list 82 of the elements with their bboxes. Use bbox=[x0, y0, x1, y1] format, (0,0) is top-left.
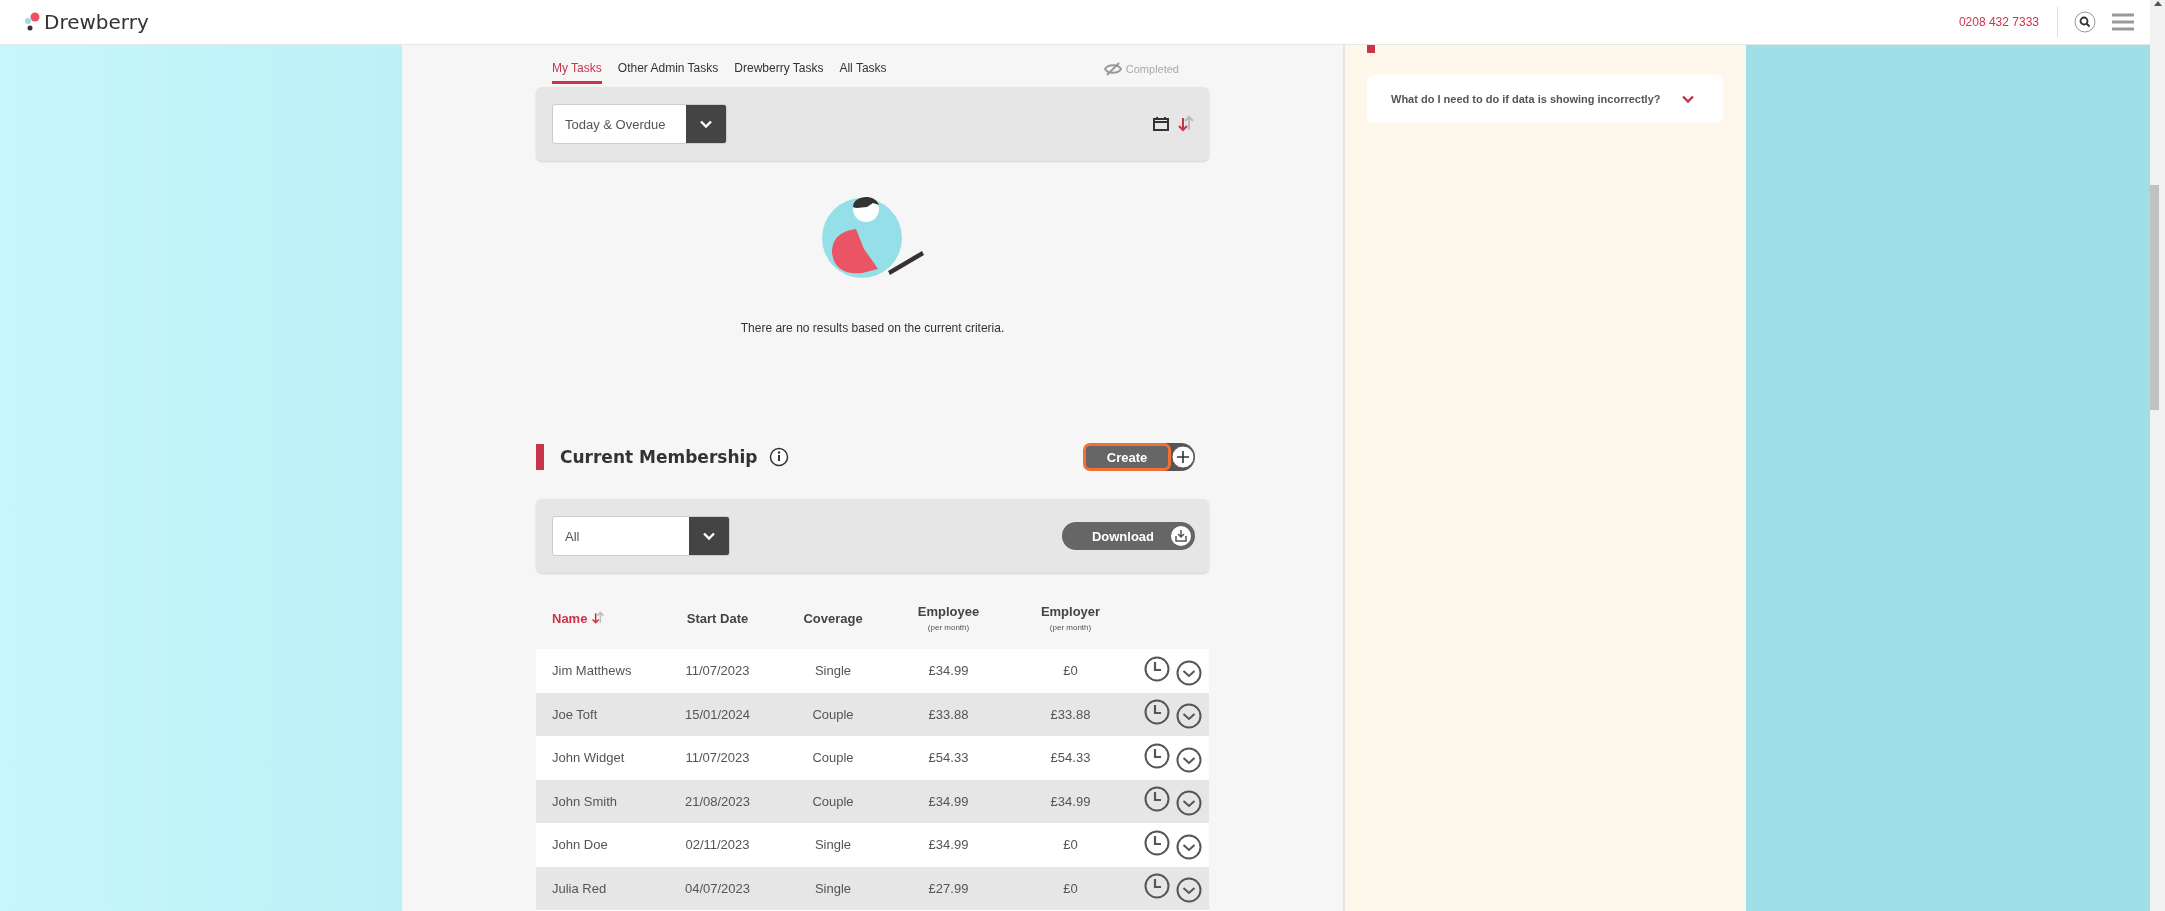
scroll-up-icon[interactable] bbox=[2153, 0, 2162, 6]
clock-icon bbox=[1144, 786, 1170, 813]
column-sublabel: (per month) bbox=[1049, 623, 1092, 632]
table-cell-text: John Doe bbox=[551, 837, 609, 853]
faq-item[interactable]: What do I need to do if data is showing incorrectly? bbox=[1367, 75, 1723, 123]
table-cell-text: Couple bbox=[811, 706, 855, 722]
section-accent-bar bbox=[1367, 45, 1375, 53]
clock-icon bbox=[1144, 699, 1170, 726]
table-cell-text: £33.88 bbox=[927, 706, 970, 722]
task-tab[interactable]: My Tasks bbox=[552, 60, 602, 84]
table-cell-text: Joe Toft bbox=[551, 706, 599, 722]
clock-icon bbox=[1144, 829, 1170, 856]
task-tab[interactable]: Other Admin Tasks bbox=[617, 60, 719, 84]
table-cell-text: Single bbox=[813, 663, 853, 679]
logo-dots-icon bbox=[24, 12, 40, 32]
info-icon[interactable] bbox=[769, 447, 790, 467]
menu-icon[interactable] bbox=[2112, 13, 2134, 31]
table-cell-text: £54.33 bbox=[927, 750, 970, 766]
table-cell-text: Couple bbox=[811, 750, 855, 766]
column-header[interactable]: Start Date bbox=[686, 610, 749, 626]
sort-arrows-icon[interactable] bbox=[1177, 115, 1195, 133]
table-cell-text: Couple bbox=[811, 793, 855, 809]
expand-button[interactable] bbox=[1176, 746, 1202, 773]
plus-icon bbox=[1171, 445, 1195, 469]
phone-number[interactable]: 0208 432 7333 bbox=[1958, 7, 2058, 37]
clock-icon bbox=[1144, 742, 1170, 769]
expand-button[interactable] bbox=[1176, 877, 1202, 904]
download-button[interactable]: Download bbox=[1061, 522, 1195, 550]
calendar-icon[interactable] bbox=[1153, 117, 1169, 131]
task-tab[interactable]: All Tasks bbox=[839, 60, 887, 84]
section-accent-bar bbox=[536, 444, 544, 470]
download-icon bbox=[1170, 525, 1192, 547]
table-cell-text: Jim Matthews bbox=[551, 663, 633, 679]
table-cell-text: £0 bbox=[1062, 837, 1079, 853]
section-title: Current Membership bbox=[560, 447, 758, 467]
table-cell-text: Single bbox=[813, 880, 853, 896]
table-cell-text: John Widget bbox=[551, 750, 626, 766]
table-cell-text: 04/07/2023 bbox=[683, 880, 752, 896]
membership-filter-dropdown[interactable]: All bbox=[552, 516, 730, 556]
search-icon[interactable] bbox=[2074, 11, 2096, 33]
table-cell-text: 11/07/2023 bbox=[684, 750, 751, 766]
column-sublabel: (per month) bbox=[927, 623, 970, 632]
expand-button[interactable] bbox=[1176, 703, 1202, 730]
column-header[interactable]: Employee bbox=[917, 604, 980, 619]
chevron-circle-icon bbox=[1176, 703, 1202, 730]
expand-button[interactable] bbox=[1176, 790, 1202, 817]
table-cell-text: £34.99 bbox=[927, 663, 970, 679]
table-cell-text: £33.88 bbox=[1049, 706, 1092, 722]
table-cell-text: 21/08/2023 bbox=[683, 793, 752, 809]
table-cell-text: £34.99 bbox=[927, 837, 970, 853]
clock-icon bbox=[1144, 655, 1170, 682]
expand-button[interactable] bbox=[1176, 833, 1202, 860]
eye-off-icon bbox=[1103, 62, 1122, 76]
empty-message: There are no results based on the current criteria. bbox=[740, 321, 1005, 335]
chevron-circle-icon bbox=[1176, 790, 1202, 817]
chevron-circle-icon bbox=[1176, 877, 1202, 904]
create-button[interactable]: Create bbox=[1083, 443, 1195, 471]
table-cell-text: Single bbox=[813, 837, 853, 853]
task-tab[interactable]: Drewberry Tasks bbox=[734, 60, 824, 84]
table-cell-text: 02/11/2023 bbox=[684, 837, 751, 853]
table-cell-text: Julia Red bbox=[551, 880, 608, 896]
logo-text[interactable]: Drewberry bbox=[44, 10, 149, 34]
chevron-circle-icon bbox=[1176, 659, 1202, 686]
table-cell-text: John Smith bbox=[551, 793, 619, 809]
table-cell-text: £54.33 bbox=[1049, 750, 1092, 766]
scrollbar-thumb[interactable] bbox=[2150, 185, 2159, 410]
task-filter-dropdown[interactable]: Today & Overdue bbox=[552, 104, 727, 144]
column-header[interactable]: Coverage bbox=[803, 610, 863, 626]
table-cell-text: £27.99 bbox=[927, 880, 970, 896]
table-cell-text: 15/01/2024 bbox=[683, 706, 752, 722]
expand-button[interactable] bbox=[1176, 659, 1202, 686]
table-cell-text: £34.99 bbox=[1049, 793, 1092, 809]
clock-icon bbox=[1144, 873, 1170, 900]
table-cell-text: 11/07/2023 bbox=[684, 663, 751, 679]
table-cell-text: £0 bbox=[1062, 880, 1079, 896]
table-cell-text: £0 bbox=[1062, 663, 1079, 679]
chevron-circle-icon bbox=[1176, 833, 1202, 860]
column-header[interactable]: Employer bbox=[1040, 604, 1101, 619]
column-header[interactable]: Name bbox=[552, 610, 588, 626]
table-cell-text: £34.99 bbox=[927, 793, 970, 809]
chevron-circle-icon bbox=[1176, 746, 1202, 773]
sort-arrows-icon[interactable] bbox=[591, 609, 606, 627]
